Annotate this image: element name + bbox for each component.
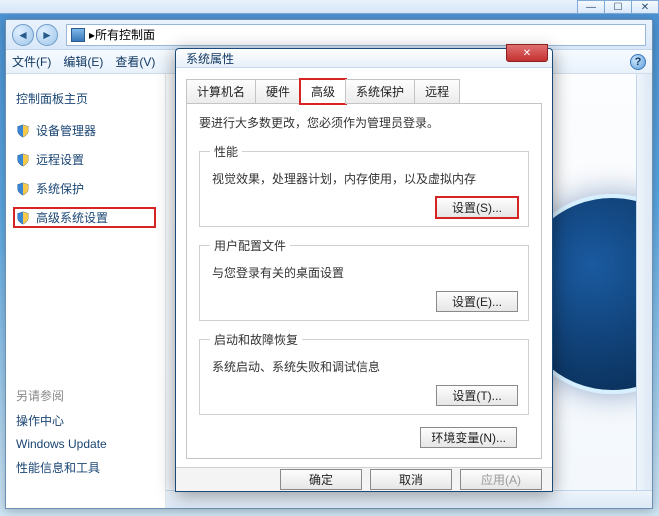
apply-button[interactable]: 应用(A) [460,469,542,490]
menu-view[interactable]: 查看(V) [115,53,155,70]
tab-strip: 计算机名 硬件 高级 系统保护 远程 [186,78,542,104]
minimize-icon[interactable]: — [577,0,605,14]
tab-advanced[interactable]: 高级 [300,79,346,104]
dialog-button-row: 确定 取消 应用(A) [176,467,552,491]
sidebar-item-label: 设备管理器 [36,122,96,139]
explorer-header: ◄ ► ▸ 所有控制面 [6,20,652,50]
group-performance-desc: 视觉效果，处理器计划，内存使用，以及虚拟内存 [212,170,518,187]
close-icon[interactable]: ✕ [631,0,659,14]
desktop-titlebar: — ☐ ✕ [0,0,659,14]
tab-content-advanced: 要进行大多数更改，您必须作为管理员登录。 性能 视觉效果，处理器计划，内存使用，… [186,104,542,459]
cancel-button[interactable]: 取消 [370,469,452,490]
control-panel-icon [71,28,85,42]
group-userprofile-legend: 用户配置文件 [210,237,290,254]
group-userprofile: 用户配置文件 与您登录有关的桌面设置 设置(E)... [199,237,529,321]
sidebar-item-label: 高级系统设置 [36,209,108,226]
menu-file[interactable]: 文件(F) [12,53,51,70]
address-text: 所有控制面 [95,26,155,43]
admin-note: 要进行大多数更改，您必须作为管理员登录。 [199,114,529,131]
forward-button[interactable]: ► [36,24,58,46]
group-startup: 启动和故障恢复 系统启动、系统失败和调试信息 设置(T)... [199,331,529,415]
seealso-heading: 另请参阅 [16,387,155,404]
group-performance-legend: 性能 [210,143,242,160]
horizontal-scrollbar[interactable] [166,490,652,508]
performance-settings-button[interactable]: 设置(S)... [436,197,518,218]
menu-edit[interactable]: 编辑(E) [63,53,103,70]
help-icon[interactable]: ? [630,54,646,70]
group-startup-desc: 系统启动、系统失败和调试信息 [212,358,518,375]
tab-system-protection[interactable]: 系统保护 [345,79,415,104]
group-userprofile-desc: 与您登录有关的桌面设置 [212,264,518,281]
address-bar[interactable]: ▸ 所有控制面 [66,24,646,46]
seealso-action-center[interactable]: 操作中心 [16,412,155,429]
dialog-titlebar[interactable]: 系统属性 ✕ [176,49,552,68]
tab-computer-name[interactable]: 计算机名 [186,79,256,104]
group-startup-legend: 启动和故障恢复 [210,331,302,348]
seealso-windows-update[interactable]: Windows Update [16,437,155,451]
ok-button[interactable]: 确定 [280,469,362,490]
userprofile-settings-button[interactable]: 设置(E)... [436,291,518,312]
shield-icon [16,153,30,167]
sidebar-item-device-manager[interactable]: 设备管理器 [16,121,155,140]
group-performance: 性能 视觉效果，处理器计划，内存使用，以及虚拟内存 设置(S)... [199,143,529,227]
environment-variables-button[interactable]: 环境变量(N)... [420,427,517,448]
sidebar-item-remote[interactable]: 远程设置 [16,150,155,169]
sidebar-item-advanced[interactable]: 高级系统设置 [14,208,155,227]
sidebar-item-protection[interactable]: 系统保护 [16,179,155,198]
system-properties-dialog: 系统属性 ✕ 计算机名 硬件 高级 系统保护 远程 要进行大多数更改，您必须作为… [175,48,553,492]
tab-remote[interactable]: 远程 [414,79,460,104]
shield-icon [16,211,30,225]
tab-hardware[interactable]: 硬件 [255,79,301,104]
sidebar-item-label: 远程设置 [36,151,84,168]
maximize-icon[interactable]: ☐ [604,0,632,14]
dialog-close-button[interactable]: ✕ [506,44,548,62]
back-button[interactable]: ◄ [12,24,34,46]
sidebar: 控制面板主页 设备管理器 远程设置 系统保护 高级系统设置 [6,74,166,508]
shield-icon [16,182,30,196]
dialog-title: 系统属性 [186,50,234,67]
sidebar-item-label: 系统保护 [36,180,84,197]
shield-icon [16,124,30,138]
sidebar-heading: 控制面板主页 [16,90,155,107]
seealso-performance[interactable]: 性能信息和工具 [16,459,155,476]
startup-settings-button[interactable]: 设置(T)... [436,385,518,406]
vertical-scrollbar[interactable] [636,74,652,490]
